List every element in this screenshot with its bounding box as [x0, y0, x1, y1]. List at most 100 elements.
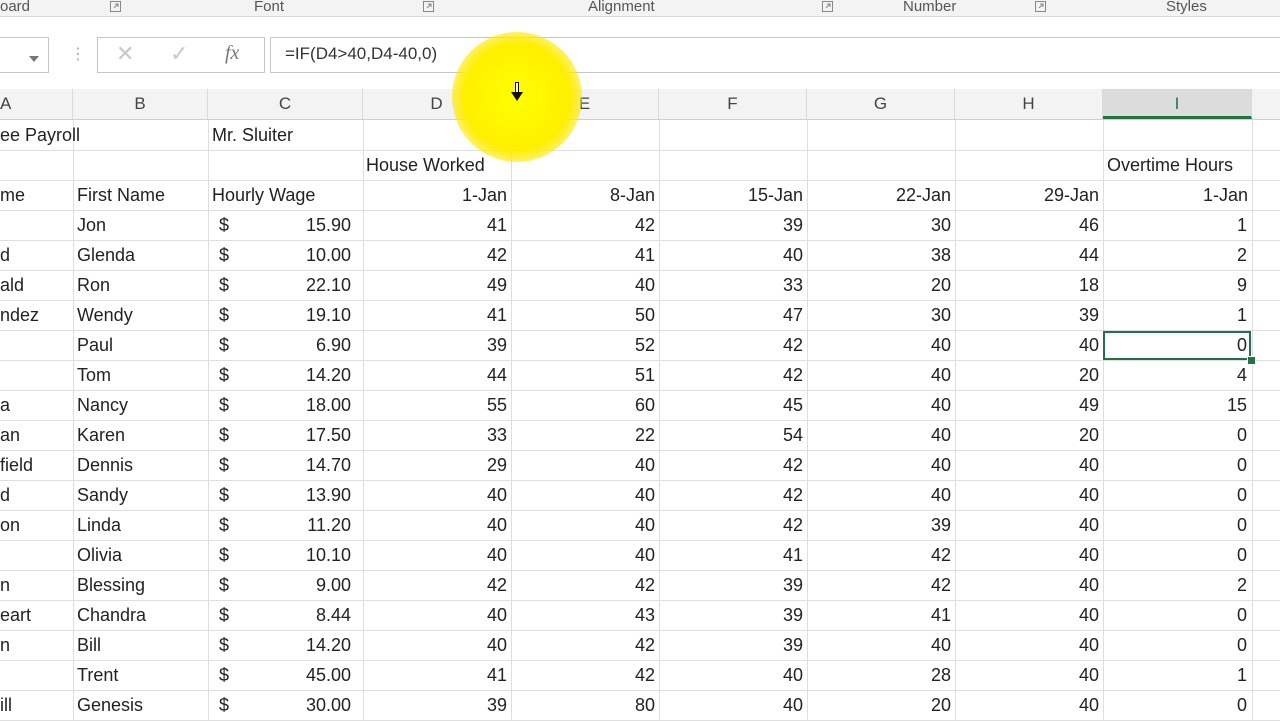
hours-cell-e[interactable]: 60 — [511, 390, 655, 420]
hours-cell-h[interactable]: 20 — [955, 420, 1099, 450]
hours-cell-e[interactable]: 42 — [511, 570, 655, 600]
hours-cell-f[interactable]: 39 — [659, 570, 803, 600]
date-header-i[interactable]: 1-Jan — [1103, 180, 1248, 210]
hourly-wage-cell[interactable]: 18.00 — [208, 390, 351, 420]
clipboard-dialog-launcher-icon[interactable] — [110, 1, 121, 12]
hours-cell-e[interactable]: 50 — [511, 300, 655, 330]
hours-cell-e[interactable]: 40 — [511, 450, 655, 480]
hours-cell-i[interactable]: 0 — [1103, 630, 1247, 660]
last-name-cell[interactable]: an — [0, 420, 20, 450]
first-name-cell[interactable]: Bill — [77, 630, 101, 660]
hours-cell-e[interactable]: 42 — [511, 660, 655, 690]
hourly-wage-cell[interactable]: 14.20 — [208, 630, 351, 660]
font-dialog-launcher-icon[interactable] — [423, 1, 434, 12]
hours-cell-d[interactable]: 41 — [363, 660, 507, 690]
hours-worked-label[interactable]: House Worked — [366, 150, 485, 180]
hours-cell-h[interactable]: 40 — [955, 570, 1099, 600]
hours-cell-e[interactable]: 43 — [511, 600, 655, 630]
date-header-e[interactable]: 8-Jan — [511, 180, 655, 210]
first-name-cell[interactable]: Trent — [77, 660, 118, 690]
hours-cell-e[interactable]: 42 — [511, 630, 655, 660]
hours-cell-d[interactable]: 40 — [363, 540, 507, 570]
hours-cell-i[interactable]: 1 — [1103, 300, 1247, 330]
hours-cell-i[interactable]: 0 — [1103, 540, 1247, 570]
hours-cell-e[interactable]: 40 — [511, 540, 655, 570]
last-name-cell[interactable]: d — [0, 480, 10, 510]
first-name-cell[interactable]: Nancy — [77, 390, 128, 420]
first-name-cell[interactable]: Chandra — [77, 600, 146, 630]
spreadsheet-grid[interactable]: ee Payroll Mr. Sluiter House Worked Over… — [0, 120, 1280, 721]
hourly-wage-cell[interactable]: 19.10 — [208, 300, 351, 330]
hours-cell-h[interactable]: 40 — [955, 630, 1099, 660]
hourly-wage-cell[interactable]: 30.00 — [208, 690, 351, 720]
last-name-cell[interactable]: a — [0, 390, 10, 420]
hours-cell-i[interactable]: 9 — [1103, 270, 1247, 300]
last-name-cell[interactable]: field — [0, 450, 33, 480]
hourly-wage-cell[interactable]: 14.20 — [208, 360, 351, 390]
first-name-cell[interactable]: Linda — [77, 510, 121, 540]
hours-cell-d[interactable]: 40 — [363, 510, 507, 540]
sheet-author[interactable]: Mr. Sluiter — [212, 120, 293, 150]
insert-function-icon[interactable]: fx — [225, 42, 239, 65]
hours-cell-h[interactable]: 40 — [955, 660, 1099, 690]
hours-cell-d[interactable]: 39 — [363, 690, 507, 720]
last-name-header[interactable]: me — [0, 180, 25, 210]
hours-cell-e[interactable]: 51 — [511, 360, 655, 390]
hours-cell-f[interactable]: 41 — [659, 540, 803, 570]
hours-cell-i[interactable]: 0 — [1103, 420, 1247, 450]
hours-cell-g[interactable]: 40 — [807, 480, 951, 510]
hours-cell-e[interactable]: 52 — [511, 330, 655, 360]
hours-cell-g[interactable]: 28 — [807, 660, 951, 690]
hours-cell-i[interactable]: 1 — [1103, 660, 1247, 690]
overtime-hours-label[interactable]: Overtime Hours — [1107, 150, 1233, 180]
hours-cell-f[interactable]: 40 — [659, 240, 803, 270]
hours-cell-e[interactable]: 42 — [511, 210, 655, 240]
number-dialog-launcher-icon[interactable] — [1035, 1, 1046, 12]
hourly-wage-cell[interactable]: 11.20 — [208, 510, 351, 540]
hours-cell-d[interactable]: 49 — [363, 270, 507, 300]
first-name-cell[interactable]: Genesis — [77, 690, 143, 720]
hours-cell-e[interactable]: 40 — [511, 480, 655, 510]
date-header-g[interactable]: 22-Jan — [807, 180, 951, 210]
hours-cell-g[interactable]: 40 — [807, 450, 951, 480]
hourly-wage-cell[interactable]: 6.90 — [208, 330, 351, 360]
column-header-a[interactable]: A — [0, 89, 73, 119]
hours-cell-g[interactable]: 20 — [807, 690, 951, 720]
hours-cell-g[interactable]: 20 — [807, 270, 951, 300]
hours-cell-f[interactable]: 47 — [659, 300, 803, 330]
column-header-g[interactable]: G — [807, 89, 955, 119]
hours-cell-e[interactable]: 40 — [511, 270, 655, 300]
hours-cell-h[interactable]: 46 — [955, 210, 1099, 240]
check-icon[interactable]: ✓ — [170, 41, 188, 67]
hours-cell-f[interactable]: 42 — [659, 450, 803, 480]
hours-cell-d[interactable]: 55 — [363, 390, 507, 420]
first-name-cell[interactable]: Jon — [77, 210, 106, 240]
hours-cell-f[interactable]: 40 — [659, 660, 803, 690]
hours-cell-i[interactable]: 4 — [1103, 360, 1247, 390]
first-name-cell[interactable]: Ron — [77, 270, 110, 300]
date-header-f[interactable]: 15-Jan — [659, 180, 803, 210]
date-header-h[interactable]: 29-Jan — [955, 180, 1099, 210]
first-name-cell[interactable]: Sandy — [77, 480, 128, 510]
hours-cell-d[interactable]: 41 — [363, 210, 507, 240]
hours-cell-g[interactable]: 30 — [807, 210, 951, 240]
hours-cell-f[interactable]: 54 — [659, 420, 803, 450]
hourly-wage-cell[interactable]: 15.90 — [208, 210, 351, 240]
first-name-cell[interactable]: Wendy — [77, 300, 133, 330]
hours-cell-h[interactable]: 40 — [955, 510, 1099, 540]
hours-cell-d[interactable]: 44 — [363, 360, 507, 390]
hours-cell-d[interactable]: 40 — [363, 630, 507, 660]
hours-cell-i[interactable]: 0 — [1103, 690, 1247, 720]
hours-cell-h[interactable]: 49 — [955, 390, 1099, 420]
hourly-wage-cell[interactable]: 14.70 — [208, 450, 351, 480]
hours-cell-g[interactable]: 42 — [807, 570, 951, 600]
hours-cell-h[interactable]: 39 — [955, 300, 1099, 330]
hours-cell-d[interactable]: 42 — [363, 570, 507, 600]
last-name-cell[interactable]: n — [0, 630, 10, 660]
hours-cell-f[interactable]: 42 — [659, 360, 803, 390]
first-name-cell[interactable]: Paul — [77, 330, 113, 360]
close-icon[interactable]: ✕ — [116, 41, 134, 67]
hourly-wage-cell[interactable]: 22.10 — [208, 270, 351, 300]
column-header-b[interactable]: B — [73, 89, 208, 119]
hours-cell-f[interactable]: 39 — [659, 630, 803, 660]
